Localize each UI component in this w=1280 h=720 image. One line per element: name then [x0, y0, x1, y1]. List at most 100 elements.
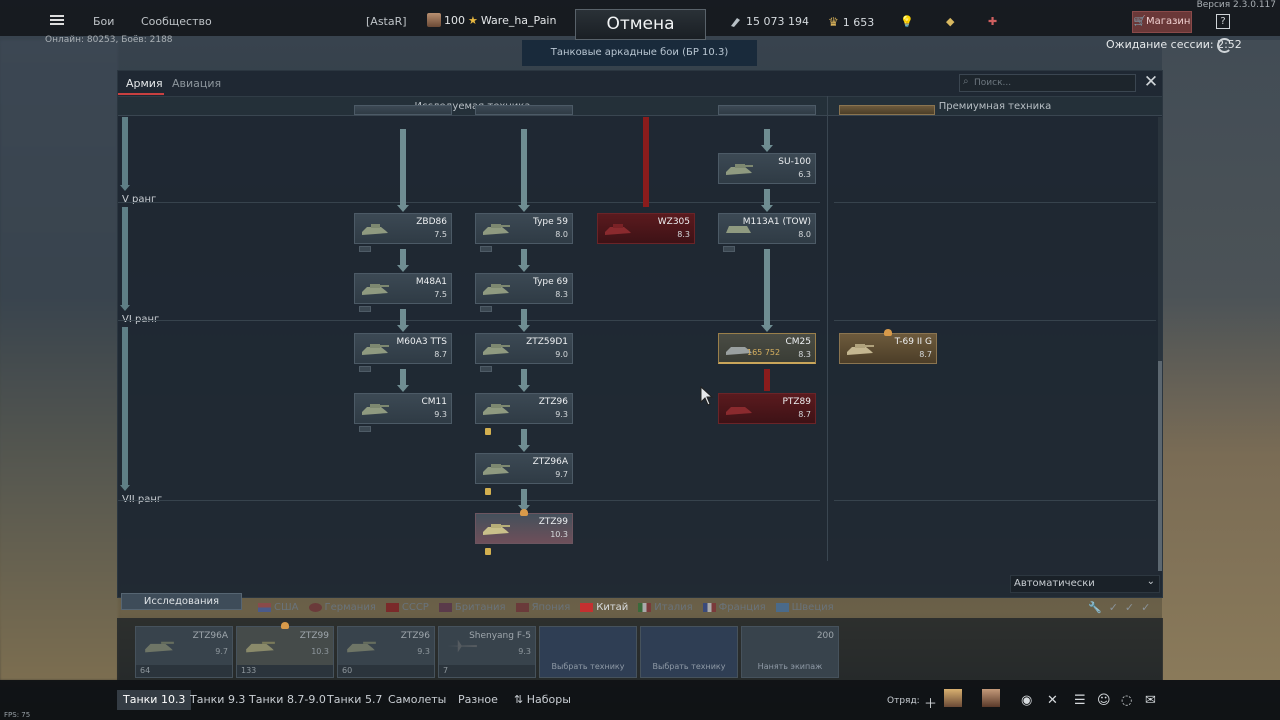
tab-army[interactable]: Армия [126, 77, 163, 90]
vehicle-br: 8.3 [555, 290, 568, 299]
nation-france[interactable]: Франция [702, 601, 766, 614]
crew-slot[interactable]: Shenyang F-5 9.3 7 [438, 626, 536, 678]
crew-slot[interactable]: ZTZ96A 9.7 64 [135, 626, 233, 678]
nav-community[interactable]: Сообщество [141, 15, 212, 28]
mail-icon[interactable]: ✉ [1145, 693, 1156, 708]
vehicle-card-partial[interactable] [475, 105, 573, 115]
vehicle-card-ztz59d1[interactable]: ZTZ59D1 9.0 [475, 333, 573, 372]
vehicle-br: 7.5 [434, 230, 447, 239]
player-info[interactable]: 100 ★ Ware_ha_Pain [427, 13, 556, 27]
contacts-icon[interactable]: ☺ [1097, 693, 1111, 708]
preset-tab[interactable]: Танки 10.3 [117, 690, 192, 710]
nation-germany[interactable]: Германия [308, 601, 376, 614]
tree-arrow [518, 445, 530, 452]
squad-avatar[interactable] [982, 689, 1000, 707]
empty-crew-slot[interactable]: Выбрать технику [539, 626, 637, 678]
preset-tab[interactable]: Разное [458, 690, 498, 710]
vehicle-card-wz305[interactable]: WZ305 8.3 [597, 213, 695, 244]
vehicle-card-type69[interactable]: Type 69 8.3 [475, 273, 573, 312]
premium-icon[interactable]: ◆ [946, 15, 954, 28]
check-icon[interactable]: ✓ [1141, 601, 1150, 614]
auto-select-dropdown[interactable]: Автоматически [1010, 574, 1160, 593]
list-icon[interactable]: ☰ [1074, 693, 1086, 708]
preset-tab[interactable]: Танки 8.7-9.0 [249, 690, 326, 710]
help-button[interactable]: ? [1216, 14, 1230, 29]
leave-squad-icon[interactable]: ✕ [1047, 693, 1058, 708]
vehicle-sub-tab[interactable] [359, 426, 371, 432]
vehicle-card-su100[interactable]: SU-100 6.3 [718, 153, 816, 184]
nation-usa[interactable]: США [258, 601, 299, 614]
check-all-icon[interactable]: ✓ [1125, 601, 1134, 614]
vehicle-sub-tab[interactable] [359, 246, 371, 252]
preset-tab[interactable]: Самолеты [388, 690, 446, 710]
column-divider [827, 96, 828, 561]
slot-vehicle-br: 9.3 [518, 647, 531, 656]
select-vehicle-label: Выбрать технику [551, 662, 625, 671]
empty-crew-slot[interactable]: Выбрать технику [640, 626, 738, 678]
nation-label: Британия [454, 602, 506, 613]
vehicle-card-type59[interactable]: Type 59 8.0 [475, 213, 573, 252]
search-input[interactable]: Поиск... [959, 74, 1136, 92]
clan-tag[interactable]: [AstaR] [366, 15, 407, 28]
vehicle-sub-tab[interactable] [359, 366, 371, 372]
vehicle-card-ztz96[interactable]: ZTZ96 9.3 [475, 393, 573, 435]
squad-avatar[interactable] [944, 689, 962, 707]
vehicle-sub-tab[interactable] [359, 306, 371, 312]
battle-mode[interactable]: Танковые аркадные бои (БР 10.3) [522, 40, 757, 66]
vehicle-card-partial[interactable] [354, 105, 452, 115]
tab-aviation[interactable]: Авиация [172, 77, 221, 90]
chat-icon[interactable]: ◌ [1121, 693, 1132, 708]
nation-ussr[interactable]: СССР [385, 601, 429, 614]
vehicle-sub-tab[interactable] [480, 306, 492, 312]
vehicle-card-m48a1[interactable]: M48A1 7.5 [354, 273, 452, 312]
shop-button[interactable]: 🛒Магазин [1132, 11, 1192, 33]
golden-eagles[interactable]: ♛ 1 653 [828, 15, 874, 29]
nation-sweden[interactable]: Швеция [775, 601, 834, 614]
lightbulb-icon[interactable]: 💡 [900, 15, 914, 28]
gift-icon[interactable]: ✚ [988, 15, 997, 28]
hire-crew-slot[interactable]: 200 Нанять экипаж [741, 626, 839, 678]
voice-icon[interactable]: ◉ [1021, 693, 1032, 708]
nation-japan[interactable]: Япония [515, 601, 570, 614]
rank-bar [122, 207, 128, 305]
vehicle-card-zbd86[interactable]: ZBD86 7.5 [354, 213, 452, 252]
vehicle-card-ztz96a[interactable]: ZTZ96A 9.7 [475, 453, 573, 495]
nation-italy[interactable]: Италия [638, 601, 693, 614]
star-icon: ★ [468, 13, 478, 27]
scrollbar-thumb[interactable] [1158, 361, 1162, 571]
vehicle-card-m113a1[interactable]: M113A1 (TOW) 8.0 [718, 213, 816, 252]
check-icon[interactable]: ✓ [1109, 601, 1118, 614]
cancel-button[interactable]: Отмена [575, 9, 706, 40]
vehicle-card-partial[interactable] [839, 105, 935, 115]
nation-china[interactable]: Китай [580, 601, 628, 614]
research-tab[interactable]: Исследования [121, 593, 242, 610]
close-icon[interactable]: ✕ [1142, 74, 1160, 92]
crew-slot-selected[interactable]: ZTZ99 10.3 133 [236, 622, 334, 678]
silver-lions[interactable]: 15 073 194 [729, 15, 809, 28]
vehicle-card-partial[interactable] [718, 105, 816, 115]
vehicle-card-ptz89[interactable]: PTZ89 8.7 [718, 393, 816, 424]
menu-icon[interactable] [50, 15, 64, 17]
vehicle-card-cm25[interactable]: 165 752 CM25 8.3 [718, 333, 816, 364]
vehicle-sub-tab[interactable] [480, 246, 492, 252]
presets-button[interactable]: ⇅ Наборы [514, 690, 571, 710]
vehicle-sub-tab[interactable] [723, 246, 735, 252]
vehicle-card-cm11[interactable]: CM11 9.3 [354, 393, 452, 432]
flag-icon [515, 603, 529, 612]
vehicle-sub-tab[interactable] [480, 366, 492, 372]
nation-britain[interactable]: Британия [438, 601, 506, 614]
vehicle-br: 9.3 [434, 410, 447, 419]
player-level: 100 [444, 13, 465, 27]
preset-tab[interactable]: Танки 9.3 [190, 690, 245, 710]
vehicle-card-m60a3[interactable]: M60A3 TTS 8.7 [354, 333, 452, 372]
add-squad-icon[interactable]: ＋ [924, 693, 937, 712]
crew-slot[interactable]: ZTZ96 9.3 60 [337, 626, 435, 678]
vehicle-name: M113A1 (TOW) [742, 217, 811, 227]
vehicle-card-t69[interactable]: T-69 II G 8.7 [839, 329, 937, 364]
nation-label: СССР [401, 602, 429, 613]
nav-battles[interactable]: Бои [93, 15, 114, 28]
vehicle-card-ztz99[interactable]: ZTZ99 10.3 [475, 509, 573, 555]
tank-icon [605, 224, 631, 235]
wrench-icon[interactable]: 🔧 [1088, 601, 1102, 614]
preset-tab[interactable]: Танки 5.7 [327, 690, 382, 710]
